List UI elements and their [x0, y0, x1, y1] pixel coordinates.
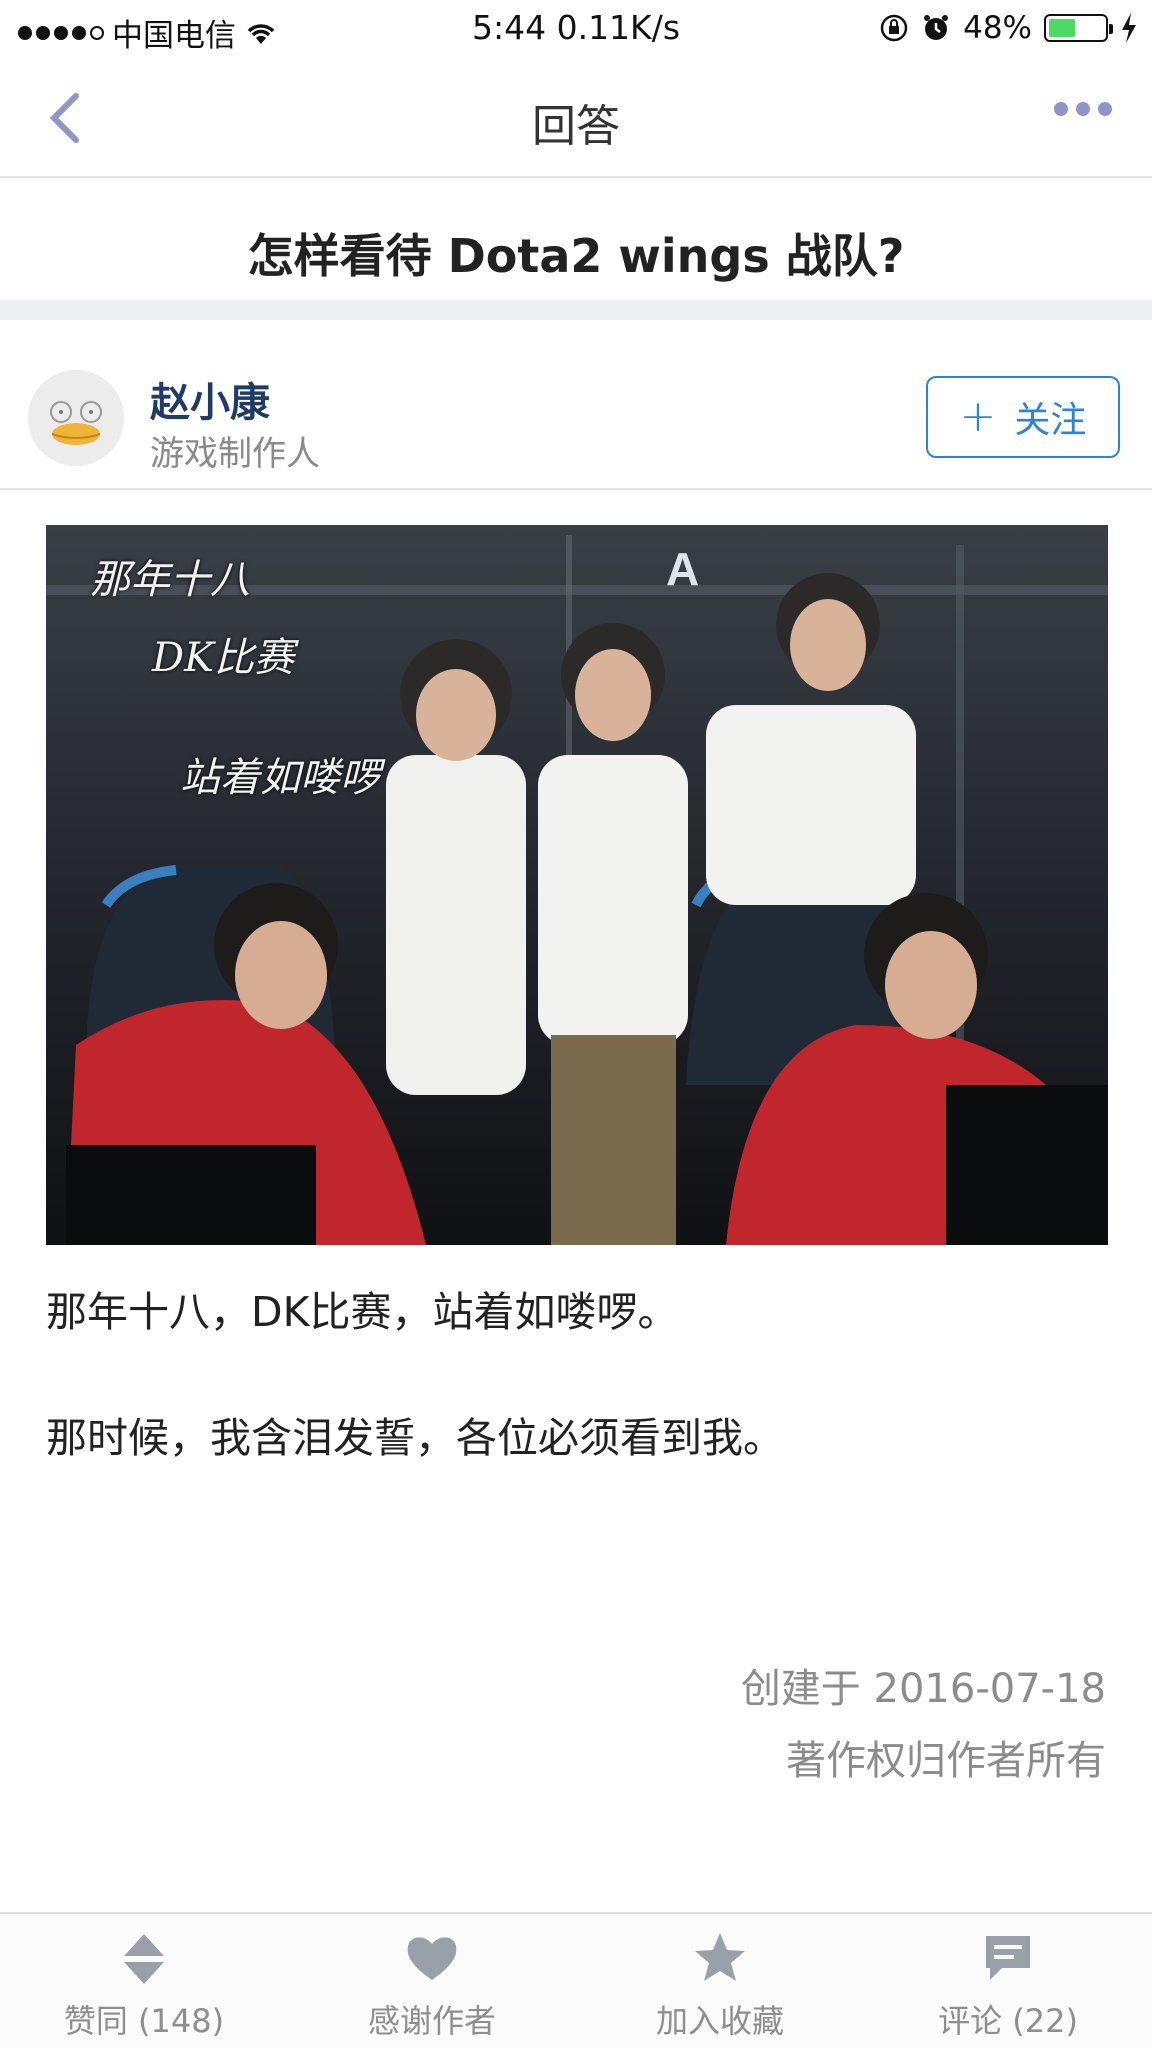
author-name[interactable]: 赵小康 — [150, 370, 270, 428]
created-date: 创建于 2016-07-18 — [740, 1666, 1106, 1712]
more-icon — [1054, 102, 1068, 116]
copyright-note: 著作权归作者所有 — [786, 1738, 1106, 1784]
nav-bar: 回答 — [0, 60, 1152, 178]
svg-text:A: A — [666, 543, 699, 595]
star-icon — [695, 1933, 745, 1981]
comment-label: 评论 (22) — [938, 2002, 1078, 2040]
avatar[interactable] — [28, 370, 124, 466]
author-row[interactable]: 赵小康 游戏制作人 + 关注 — [0, 340, 1152, 490]
image-caption-3: 站着如喽啰 — [180, 755, 380, 801]
answer-page: 中国电信 5:44 0.11K/s 48% 回答 怎样看待 Dota2 wing… — [0, 0, 1152, 2048]
duck-avatar-icon — [28, 370, 124, 466]
more-button[interactable] — [1054, 102, 1112, 116]
alarm-icon — [924, 15, 949, 40]
thank-author-label: 感谢作者 — [367, 2002, 496, 2040]
answer-image[interactable]: A 那年十八 DK比赛 站着如喽啰 — [46, 525, 1108, 1245]
follow-label: 关注 — [1014, 400, 1087, 441]
image-caption-1: 那年十八 — [90, 557, 250, 603]
question-title[interactable]: 怎样看待 Dota2 wings 战队? — [0, 180, 1152, 286]
vote-label: 赞同 (148) — [63, 2002, 225, 2040]
vote-icon — [124, 1934, 164, 1984]
comment-button[interactable]: 评论 (22) — [864, 1914, 1152, 2048]
bottom-toolbar: 赞同 (148) 感谢作者 加入收藏 评论 (22) — [0, 1912, 1152, 2048]
favorite-label: 加入收藏 — [655, 2002, 784, 2040]
answer-paragraph-1: 那年十八，DK比赛，站着如喽啰。 — [46, 1288, 679, 1336]
heart-icon — [407, 1937, 457, 1980]
answer-paragraph-2: 那时候，我含泪发誓，各位必须看到我。 — [46, 1414, 784, 1462]
status-right: 48% — [879, 10, 1138, 46]
image-caption-2: DK比赛 — [152, 635, 294, 681]
comment-icon — [986, 1936, 1030, 1980]
charging-icon — [1122, 13, 1136, 43]
favorite-button[interactable]: 加入收藏 — [576, 1914, 864, 2048]
battery-icon — [1044, 14, 1113, 42]
page-title: 回答 — [532, 101, 620, 152]
rotation-lock-icon — [880, 14, 908, 42]
thank-author-button[interactable]: 感谢作者 — [288, 1914, 576, 2048]
author-title: 游戏制作人 — [150, 434, 320, 474]
question-header[interactable]: 怎样看待 Dota2 wings 战队? — [0, 180, 1152, 320]
status-bar: 中国电信 5:44 0.11K/s 48% — [0, 0, 1152, 60]
plus-icon: + — [959, 391, 997, 442]
battery-percent: 48% — [963, 10, 1032, 46]
vote-button[interactable]: 赞同 (148) — [0, 1914, 288, 2048]
battery-level — [1049, 19, 1075, 37]
follow-button[interactable]: + 关注 — [926, 376, 1120, 458]
